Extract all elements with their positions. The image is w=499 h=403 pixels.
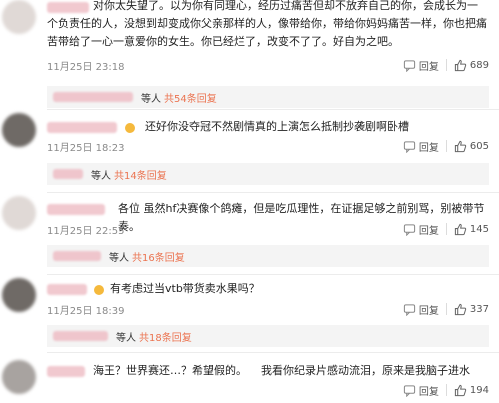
- reply-label: 回复: [418, 225, 439, 237]
- comment-meta: 回复 194: [47, 380, 489, 400]
- reply-username: [53, 331, 108, 341]
- divider: [47, 274, 499, 275]
- comment-meta: 11月25日 23:18 回复 689: [47, 55, 489, 75]
- comment-meta: 11月25日 18:39 回复 337: [47, 299, 489, 319]
- username[interactable]: [47, 204, 105, 215]
- avatar[interactable]: [2, 0, 36, 34]
- like-button[interactable]: 337: [454, 303, 489, 316]
- thread-link[interactable]: 共16条回复: [132, 249, 185, 264]
- like-button[interactable]: 689: [454, 59, 489, 72]
- reply-label: 回复: [418, 386, 439, 398]
- reply-button[interactable]: 回复: [403, 302, 439, 317]
- divider: [445, 303, 447, 315]
- like-button[interactable]: 194: [454, 384, 489, 397]
- timestamp: 11月25日 18:23: [47, 143, 125, 154]
- divider: [445, 384, 447, 396]
- avatar[interactable]: [2, 360, 36, 394]
- like-count: 689: [469, 59, 489, 71]
- avatar[interactable]: [2, 278, 36, 312]
- reply-thread[interactable]: 等人 共54条回复: [47, 86, 489, 108]
- thread-link[interactable]: 共14条回复: [114, 167, 167, 182]
- reply-icon: [403, 303, 416, 316]
- divider: [445, 59, 447, 71]
- comment-feed: 对你太失望了。以为你有同理心，经历过痛苦但却不放弃自己的你，会成长为一个负责任的…: [0, 0, 499, 403]
- emoji-icon: [125, 123, 135, 133]
- thread-prefix: 等人: [116, 332, 136, 344]
- username[interactable]: [47, 366, 85, 377]
- comment-item: 有考虑过当vtb带货卖水果吗？ 11月25日 18:39 回复 337 等人 共…: [0, 278, 499, 354]
- username[interactable]: [47, 284, 87, 295]
- thumbs-up-icon: [454, 303, 467, 315]
- reply-thread[interactable]: 等人 共16条回复: [47, 245, 489, 267]
- reply-username: [53, 251, 101, 261]
- like-button[interactable]: 145: [454, 223, 489, 236]
- thread-prefix: 等人: [109, 252, 129, 264]
- comment-text: 还好你没夺冠不然剧情真的上演怎么抵制抄袭剧啊卧槽: [145, 120, 409, 133]
- timestamp: 11月25日 23:18: [47, 62, 125, 73]
- reply-label: 回复: [418, 61, 439, 73]
- like-count: 194: [469, 384, 489, 396]
- comment-item: 各位 虽然hf决赛像个鸽瘫，但是吃瓜理性，在证据足够之前别骂，别被带节奏。 11…: [0, 196, 499, 276]
- comment-item: 对你太失望了。以为你有同理心，经历过痛苦但却不放弃自己的你，会成长为一个负责任的…: [0, 0, 499, 110]
- avatar[interactable]: [2, 113, 36, 147]
- thumbs-up-icon: [454, 59, 467, 71]
- reply-button[interactable]: 回复: [403, 222, 439, 237]
- timestamp: 11月25日 18:39: [47, 306, 125, 317]
- avatar[interactable]: [2, 196, 36, 230]
- thread-prefix: 等人: [141, 93, 161, 105]
- reply-thread[interactable]: 等人 共18条回复: [47, 325, 489, 347]
- thread-prefix: 等人: [91, 170, 111, 182]
- like-count: 605: [469, 140, 489, 152]
- reply-icon: [403, 223, 416, 236]
- reply-button[interactable]: 回复: [403, 58, 439, 73]
- comment-meta: 11月25日 18:23 回复 605: [47, 136, 489, 156]
- thumbs-up-icon: [454, 140, 467, 152]
- comment-meta: 11月25日 22:55 回复 145: [47, 219, 489, 239]
- thumbs-up-icon: [454, 384, 467, 396]
- reply-button[interactable]: 回复: [403, 139, 439, 154]
- divider: [445, 140, 447, 152]
- comment-text: 海王？世界赛还…？希望假的。 我看你纪录片感动流泪，原来是我脑子进水: [93, 364, 470, 377]
- reply-username: [53, 92, 133, 102]
- thread-link[interactable]: 共18条回复: [139, 329, 192, 344]
- like-count: 145: [469, 223, 489, 235]
- comment-item: 还好你没夺冠不然剧情真的上演怎么抵制抄袭剧啊卧槽 11月25日 18:23 回复…: [0, 113, 499, 193]
- divider: [47, 109, 499, 110]
- like-button[interactable]: 605: [454, 140, 489, 153]
- reply-icon: [403, 140, 416, 153]
- thumbs-up-icon: [454, 223, 467, 235]
- timestamp: 11月25日 22:55: [47, 226, 125, 237]
- divider: [445, 223, 447, 235]
- comment-text: 有考虑过当vtb带货卖水果吗？: [110, 282, 260, 295]
- reply-username: [53, 169, 83, 179]
- thread-link[interactable]: 共54条回复: [164, 90, 217, 105]
- reply-button[interactable]: 回复: [403, 383, 439, 398]
- reply-icon: [403, 59, 416, 72]
- like-count: 337: [469, 303, 489, 315]
- reply-label: 回复: [418, 142, 439, 154]
- divider: [47, 352, 499, 353]
- comment-text: 对你太失望了。以为你有同理心，经历过痛苦但却不放弃自己的你，会成长为一个负责任的…: [47, 0, 487, 48]
- comment-item: 海王？世界赛还…？希望假的。 我看你纪录片感动流泪，原来是我脑子进水 回复 19…: [0, 358, 499, 403]
- divider: [47, 192, 499, 193]
- reply-icon: [403, 384, 416, 397]
- reply-thread[interactable]: 等人 共14条回复: [47, 163, 489, 185]
- username[interactable]: [47, 122, 117, 133]
- emoji-icon: [94, 285, 104, 295]
- reply-label: 回复: [418, 305, 439, 317]
